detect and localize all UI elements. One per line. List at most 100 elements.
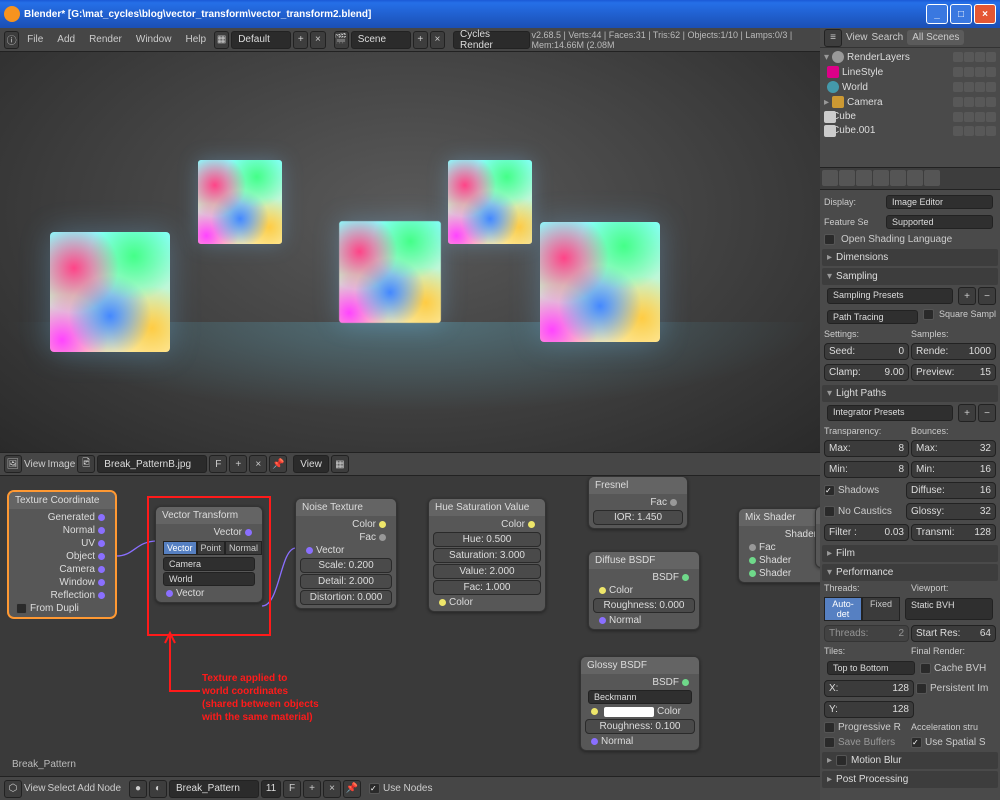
- trans-max-field[interactable]: Max:8: [824, 440, 909, 457]
- prop-tab-material[interactable]: [924, 170, 940, 186]
- menu-render[interactable]: Render: [83, 32, 128, 47]
- socket-object[interactable]: [98, 553, 105, 560]
- render-engine-select[interactable]: Cycles Render: [453, 31, 529, 49]
- shader-tree-icon[interactable]: ●: [129, 780, 147, 798]
- socket-fac-in[interactable]: [749, 544, 756, 551]
- color-swatch[interactable]: [604, 707, 654, 717]
- node-editor-icon[interactable]: ⬡: [4, 780, 22, 798]
- preset-del-icon[interactable]: −: [978, 404, 996, 422]
- panel-light-paths[interactable]: ▾Light Paths: [822, 385, 998, 402]
- layout-del-icon[interactable]: ×: [310, 31, 325, 49]
- diffuse-bounces-field[interactable]: Diffuse:16: [906, 482, 996, 499]
- seed-field[interactable]: Seed:0: [824, 343, 909, 360]
- panel-dimensions[interactable]: ▸Dimensions: [822, 249, 998, 266]
- feature-set-select[interactable]: Supported: [886, 215, 993, 229]
- outliner-search[interactable]: Search: [872, 32, 904, 43]
- render-samples-field[interactable]: Rende:1000: [911, 343, 996, 360]
- bounce-min-field[interactable]: Min:16: [911, 461, 996, 478]
- scene-select[interactable]: Scene: [351, 31, 411, 49]
- threads-mode-toggle[interactable]: Auto-detFixed: [824, 597, 900, 621]
- preset-add-icon[interactable]: +: [958, 404, 976, 422]
- diffuse-roughness[interactable]: Roughness: 0.000: [593, 598, 695, 613]
- socket-camera[interactable]: [98, 566, 105, 573]
- hsv-value[interactable]: Value: 2.000: [433, 564, 541, 579]
- no-caustics-check[interactable]: [824, 506, 835, 517]
- osl-check[interactable]: [824, 234, 835, 245]
- viewport-bvh-select[interactable]: Static BVH: [905, 598, 993, 620]
- outliner-row[interactable]: ▸Cube: [822, 110, 998, 123]
- noise-distortion[interactable]: Distortion: 0.000: [300, 590, 392, 605]
- square-samples-check[interactable]: [923, 309, 934, 320]
- menu-window[interactable]: Window: [130, 32, 178, 47]
- image-name-field[interactable]: Break_PatternB.jpg: [97, 455, 207, 473]
- hsv-fac[interactable]: Fac: 1.000: [433, 580, 541, 595]
- node-material-output[interactable]: Material Output Surface Volume Displacem…: [815, 506, 820, 568]
- socket-normal-in[interactable]: [599, 617, 606, 624]
- node-hsv[interactable]: Hue Saturation Value Color Hue: 0.500 Sa…: [428, 498, 546, 612]
- sampling-method[interactable]: Path Tracing: [827, 310, 918, 324]
- socket-color-in[interactable]: [591, 708, 598, 715]
- properties-panel[interactable]: Display:Image Editor Feature SeSupported…: [820, 190, 1000, 800]
- preset-del-icon[interactable]: −: [978, 287, 996, 305]
- transmission-bounces-field[interactable]: Transmi:128: [911, 524, 996, 541]
- material-select[interactable]: Break_Pattern: [169, 780, 259, 798]
- img-menu-image[interactable]: Image: [48, 459, 76, 470]
- socket-bsdf-out[interactable]: [682, 574, 689, 581]
- prop-tab-object[interactable]: [890, 170, 906, 186]
- socket-uv[interactable]: [98, 540, 105, 547]
- socket-shader2-in[interactable]: [749, 570, 756, 577]
- maximize-button[interactable]: □: [950, 4, 972, 24]
- scene-del-icon[interactable]: ×: [430, 31, 445, 49]
- shadows-check[interactable]: [824, 485, 835, 496]
- pin-icon[interactable]: 📌: [269, 455, 287, 473]
- tile-order-select[interactable]: Top to Bottom: [827, 661, 915, 675]
- integrator-presets[interactable]: Integrator Presets: [827, 405, 953, 421]
- preview-samples-field[interactable]: Preview:15: [911, 364, 996, 381]
- prop-tab-layers[interactable]: [839, 170, 855, 186]
- node-glossy-bsdf[interactable]: Glossy BSDF BSDF Beckmann Color Roughnes…: [580, 656, 700, 751]
- socket-vector-in[interactable]: [306, 547, 313, 554]
- node-texture-coordinate[interactable]: Texture Coordinate Generated Normal UV O…: [8, 491, 116, 618]
- node-menu-node[interactable]: Node: [97, 783, 121, 794]
- menu-help[interactable]: Help: [179, 32, 212, 47]
- outliner-row[interactable]: ▸Camera: [822, 95, 998, 109]
- prop-tab-world[interactable]: [873, 170, 889, 186]
- use-nodes-check[interactable]: [369, 783, 380, 794]
- trans-min-field[interactable]: Min:8: [824, 461, 909, 478]
- prop-tab-render[interactable]: [822, 170, 838, 186]
- outliner-row[interactable]: ▸Cube.001: [822, 124, 998, 137]
- img-browse-icon[interactable]: 🖻: [77, 455, 95, 473]
- socket-fac-out[interactable]: [670, 499, 677, 506]
- from-dupli-check[interactable]: [16, 603, 27, 614]
- hsv-saturation[interactable]: Saturation: 3.000: [433, 548, 541, 563]
- menu-file[interactable]: File: [21, 32, 49, 47]
- material-del-icon[interactable]: ×: [323, 780, 341, 798]
- node-mix-shader[interactable]: Mix Shader Shader Fac Shader Shader: [738, 508, 820, 583]
- node-fresnel[interactable]: Fresnel Fac IOR: 1.450: [588, 476, 688, 529]
- noise-scale[interactable]: Scale: 0.200: [300, 558, 392, 573]
- node-noise-texture[interactable]: Noise Texture Color Fac Vector Scale: 0.…: [295, 498, 397, 609]
- node-menu-add[interactable]: Add: [77, 783, 95, 794]
- glossy-roughness[interactable]: Roughness: 0.100: [585, 719, 695, 734]
- socket-color-out[interactable]: [379, 521, 386, 528]
- tile-y-field[interactable]: Y:128: [824, 701, 914, 718]
- screen-layout-select[interactable]: Default: [231, 31, 291, 49]
- outliner-row[interactable]: World: [822, 80, 998, 94]
- socket-shader1-in[interactable]: [749, 557, 756, 564]
- menu-add[interactable]: Add: [51, 32, 81, 47]
- layout-icon[interactable]: ▦: [214, 31, 229, 49]
- filter-glossy-field[interactable]: Filter :0.03: [824, 524, 909, 541]
- outliner-row[interactable]: ▾RenderLayers: [822, 50, 998, 64]
- layout-add-icon[interactable]: +: [293, 31, 308, 49]
- outliner-row[interactable]: LineStyle: [822, 65, 998, 79]
- socket-color-out[interactable]: [528, 521, 535, 528]
- socket-normal-in[interactable]: [591, 738, 598, 745]
- image-editor-icon[interactable]: 🖼: [4, 455, 22, 473]
- outliner-filter[interactable]: All Scenes: [907, 30, 964, 45]
- img-channels-icon[interactable]: ▦: [331, 455, 349, 473]
- node-menu-view[interactable]: View: [24, 783, 46, 794]
- node-diffuse-bsdf[interactable]: Diffuse BSDF BSDF Color Roughness: 0.000…: [588, 551, 700, 630]
- info-editor-icon[interactable]: ⓘ: [4, 31, 19, 49]
- material-icon[interactable]: ◐: [149, 780, 167, 798]
- minimize-button[interactable]: _: [926, 4, 948, 24]
